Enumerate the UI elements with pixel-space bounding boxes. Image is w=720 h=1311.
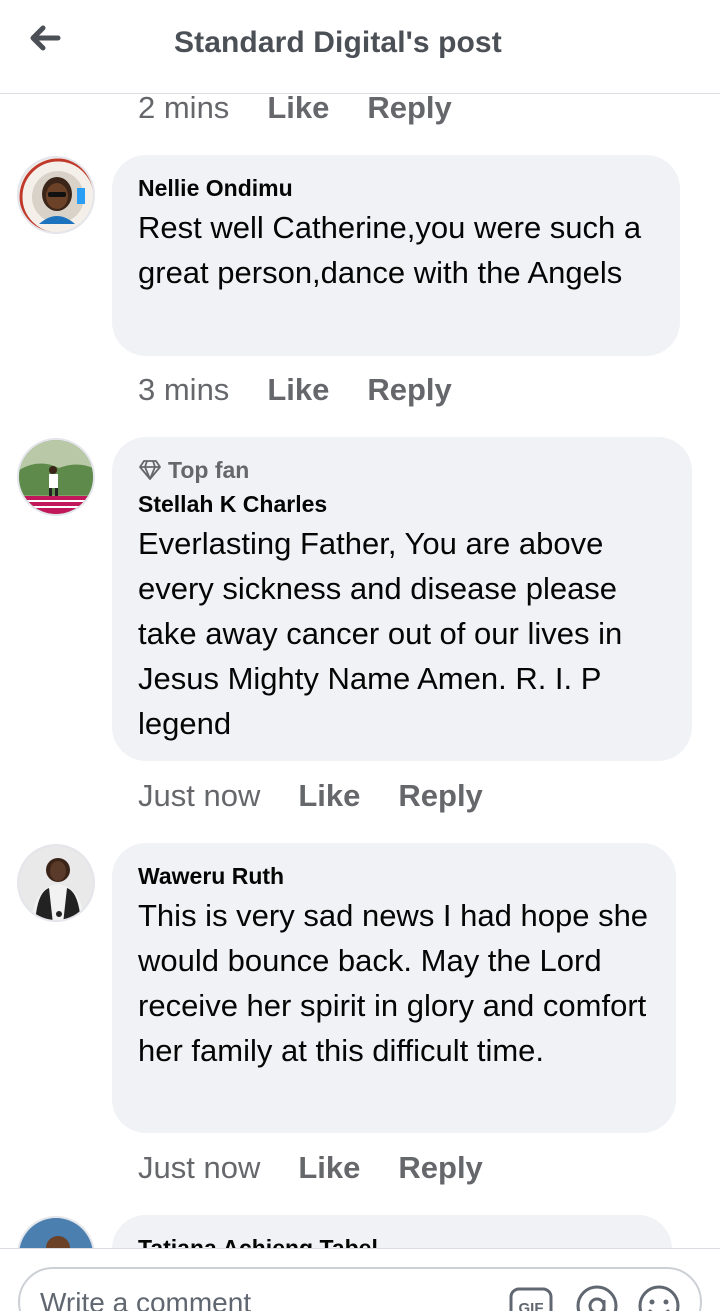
like-button[interactable]: Like — [298, 778, 360, 814]
gif-label: GIF — [519, 1300, 544, 1311]
top-fan-badge: Top fan — [138, 455, 666, 485]
reply-button[interactable]: Reply — [367, 94, 451, 126]
reply-button[interactable]: Reply — [398, 1150, 482, 1186]
comment-meta: 2 mins Like Reply — [138, 94, 452, 128]
avatar[interactable] — [17, 156, 95, 234]
comment-author[interactable]: Waweru Ruth — [138, 861, 650, 891]
reply-button[interactable]: Reply — [367, 372, 451, 408]
comment-input[interactable] — [40, 1283, 490, 1311]
reply-button[interactable]: Reply — [398, 778, 482, 814]
comment-time: 2 mins — [138, 94, 230, 125]
top-bar: Standard Digital's post — [0, 0, 720, 94]
gif-icon[interactable]: GIF — [508, 1283, 554, 1311]
comment-time: Just now — [138, 778, 261, 813]
comment-author[interactable]: Tatiana Achieng Tabel — [138, 1233, 646, 1248]
comment-composer: GIF — [18, 1267, 702, 1311]
comment-composer-bar: GIF — [0, 1248, 720, 1311]
avatar[interactable] — [17, 438, 95, 516]
comment-author[interactable]: Stellah K Charles — [138, 489, 666, 519]
diamond-icon — [139, 460, 161, 480]
like-button[interactable]: Like — [267, 372, 329, 408]
comment-meta: 3 mins Like Reply — [138, 370, 452, 410]
comment-text: Rest well Catherine,you were such a grea… — [138, 210, 642, 290]
page-title: Standard Digital's post — [174, 26, 502, 59]
comment-meta: Just now Like Reply — [138, 776, 483, 816]
avatar[interactable] — [17, 844, 95, 922]
at-icon[interactable] — [574, 1283, 620, 1311]
like-button[interactable]: Like — [298, 1150, 360, 1186]
comment-text: This is very sad news I had hope she wou… — [138, 898, 649, 1068]
comment-author[interactable]: Nellie Ondimu — [138, 173, 654, 203]
badge-label: Top fan — [168, 457, 250, 483]
comment-time: 3 mins — [138, 372, 230, 407]
comment-text: Everlasting Father, You are above every … — [138, 526, 623, 741]
comment-bubble: Waweru Ruth This is very sad news I had … — [112, 843, 676, 1133]
comment-time: Just now — [138, 1150, 261, 1185]
comment-meta: Just now Like Reply — [138, 1148, 483, 1188]
emoji-icon[interactable] — [636, 1283, 682, 1311]
comment-bubble: Nellie Ondimu Rest well Catherine,you we… — [112, 155, 680, 356]
like-button[interactable]: Like — [267, 94, 329, 126]
comment-list: 2 mins Like Reply Nellie Ondimu Rest wel… — [0, 94, 720, 1248]
comment-bubble: Top fan Stellah K Charles Everlasting Fa… — [112, 437, 692, 761]
back-arrow-icon[interactable] — [24, 18, 72, 62]
avatar[interactable] — [17, 1216, 95, 1248]
comment-bubble: Tatiana Achieng Tabel — [112, 1215, 672, 1248]
